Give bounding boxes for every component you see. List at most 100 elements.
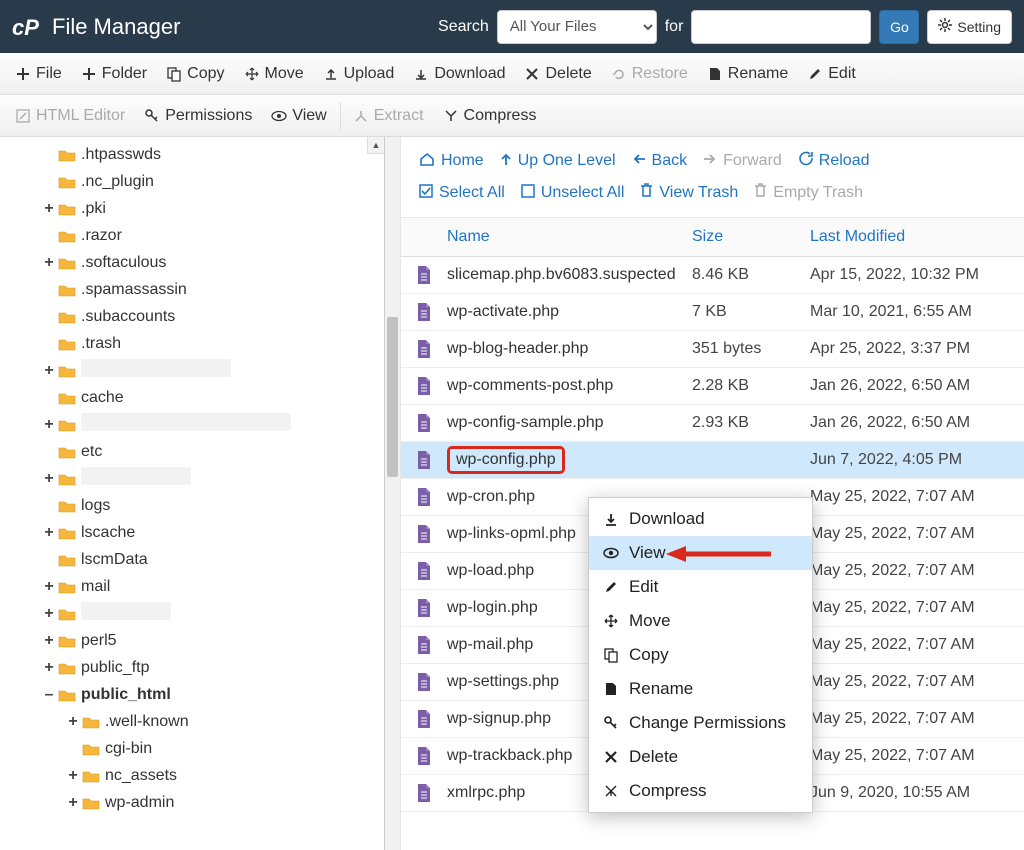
settings-button[interactable]: Setting xyxy=(927,10,1012,44)
expand-toggle[interactable]: + xyxy=(42,362,56,380)
tree-item[interactable]: lscmData xyxy=(0,546,384,573)
tree-item[interactable]: .htpasswds xyxy=(0,141,384,168)
file-row[interactable]: slicemap.php.bv6083.suspected8.46 KBApr … xyxy=(401,257,1024,294)
ctx-delete[interactable]: Delete xyxy=(589,740,812,774)
tree-item[interactable]: –public_html xyxy=(0,681,384,708)
expand-toggle[interactable]: + xyxy=(42,578,56,596)
expand-toggle[interactable]: + xyxy=(42,470,56,488)
forward-button[interactable]: Forward xyxy=(699,147,794,179)
tree-item[interactable]: etc xyxy=(0,438,384,465)
sidebar-scrollbar[interactable] xyxy=(385,137,400,850)
upload-button[interactable]: Upload xyxy=(314,59,405,89)
tree-item[interactable]: +mail xyxy=(0,573,384,600)
expand-toggle[interactable]: + xyxy=(42,254,56,272)
ctx-rename[interactable]: Rename xyxy=(589,672,812,706)
folder-tree-sidebar[interactable]: ▲ .htpasswds .nc_plugin+.pki .razor+.sof… xyxy=(0,137,385,850)
empty-trash-button[interactable]: Empty Trash xyxy=(750,179,875,211)
tree-item[interactable]: +.pki xyxy=(0,195,384,222)
html-editor-button[interactable]: HTML Editor xyxy=(6,101,135,131)
ctx-move[interactable]: Move xyxy=(589,604,812,638)
expand-toggle[interactable]: + xyxy=(42,659,56,677)
expand-toggle[interactable]: + xyxy=(42,416,56,434)
tree-item[interactable]: .nc_plugin xyxy=(0,168,384,195)
ctx-view[interactable]: View xyxy=(589,536,812,570)
ctx-download[interactable]: Download xyxy=(589,502,812,536)
tree-label: .trash xyxy=(81,335,121,353)
scroll-up-icon[interactable]: ▲ xyxy=(367,137,384,154)
delete-button[interactable]: Delete xyxy=(515,59,601,89)
tree-item[interactable]: .trash xyxy=(0,330,384,357)
file-row[interactable]: wp-config-sample.php2.93 KBJan 26, 2022,… xyxy=(401,405,1024,442)
tree-item[interactable]: logs xyxy=(0,492,384,519)
tree-item[interactable]: +perl5 xyxy=(0,627,384,654)
tree-item[interactable]: .spamassassin xyxy=(0,276,384,303)
search-input[interactable] xyxy=(691,10,871,44)
view-button[interactable]: View xyxy=(262,101,336,131)
tree-item[interactable]: .subaccounts xyxy=(0,303,384,330)
move-button[interactable]: Move xyxy=(235,59,314,89)
ctx-copy[interactable]: Copy xyxy=(589,638,812,672)
tree-item[interactable]: cache xyxy=(0,384,384,411)
file-row[interactable]: wp-activate.php7 KBMar 10, 2021, 6:55 AM xyxy=(401,294,1024,331)
tree-label xyxy=(81,467,191,490)
go-button[interactable]: Go xyxy=(879,10,919,44)
file-row[interactable]: wp-config.phpJun 7, 2022, 4:05 PM xyxy=(401,442,1024,479)
folder-icon xyxy=(58,634,76,648)
up-one-level-button[interactable]: Up One Level xyxy=(496,147,628,179)
tree-label: public_ftp xyxy=(81,659,150,677)
edit-button[interactable]: Edit xyxy=(798,59,866,89)
tree-item[interactable]: + xyxy=(0,465,384,492)
file-row[interactable]: wp-blog-header.php351 bytesApr 25, 2022,… xyxy=(401,331,1024,368)
file-type-icon xyxy=(401,376,447,396)
col-size[interactable]: Size xyxy=(692,228,810,246)
extract-button[interactable]: Extract xyxy=(344,101,434,131)
expand-toggle[interactable]: + xyxy=(42,200,56,218)
file-date: Jan 26, 2022, 6:50 AM xyxy=(810,414,1024,432)
ctx-compress[interactable]: Compress xyxy=(589,774,812,808)
tree-item[interactable]: + public_ftp xyxy=(0,654,384,681)
col-name[interactable]: Name xyxy=(447,228,692,246)
back-button[interactable]: Back xyxy=(628,147,700,179)
tree-item[interactable]: .razor xyxy=(0,222,384,249)
expand-toggle[interactable]: + xyxy=(66,767,80,785)
scrollbar-thumb[interactable] xyxy=(387,317,398,477)
rename-button[interactable]: Rename xyxy=(698,59,798,89)
select-all-button[interactable]: Select All xyxy=(415,179,517,211)
tree-item[interactable]: +nc_assets xyxy=(0,762,384,789)
tree-label xyxy=(81,359,231,382)
permissions-button[interactable]: Permissions xyxy=(135,101,262,131)
restore-button[interactable]: Restore xyxy=(602,59,698,89)
copy-button[interactable]: Copy xyxy=(157,59,234,89)
ctx-change-permissions[interactable]: Change Permissions xyxy=(589,706,812,740)
tree-item[interactable]: + xyxy=(0,600,384,627)
file-row[interactable]: wp-comments-post.php2.28 KBJan 26, 2022,… xyxy=(401,368,1024,405)
reload-button[interactable]: Reload xyxy=(794,147,882,179)
download-button[interactable]: Download xyxy=(404,59,515,89)
expand-toggle[interactable]: + xyxy=(66,794,80,812)
tree-item[interactable]: cgi-bin xyxy=(0,735,384,762)
tree-item[interactable]: + xyxy=(0,411,384,438)
folder-button[interactable]: Folder xyxy=(72,59,157,89)
compress-button[interactable]: Compress xyxy=(434,101,547,131)
tree-item[interactable]: +.softaculous xyxy=(0,249,384,276)
expand-toggle[interactable]: + xyxy=(66,713,80,731)
col-modified[interactable]: Last Modified xyxy=(810,228,1024,246)
expand-toggle[interactable]: – xyxy=(42,686,56,704)
file-icon xyxy=(708,67,722,81)
tree-item[interactable]: +lscache xyxy=(0,519,384,546)
view-trash-button[interactable]: View Trash xyxy=(636,179,750,211)
tree-item[interactable]: + xyxy=(0,357,384,384)
expand-toggle[interactable]: + xyxy=(42,605,56,623)
home-button[interactable]: Home xyxy=(415,147,496,179)
unselect-all-button[interactable]: Unselect All xyxy=(517,179,637,211)
file-button[interactable]: File xyxy=(6,59,72,89)
tree-item[interactable]: +wp-admin xyxy=(0,789,384,816)
tree-item[interactable]: +.well-known xyxy=(0,708,384,735)
square-icon xyxy=(521,184,535,203)
ctx-edit[interactable]: Edit xyxy=(589,570,812,604)
move-icon xyxy=(245,67,259,81)
folder-icon xyxy=(58,175,76,189)
expand-toggle[interactable]: + xyxy=(42,632,56,650)
search-scope-select[interactable]: All Your Files xyxy=(497,10,657,44)
expand-toggle[interactable]: + xyxy=(42,524,56,542)
